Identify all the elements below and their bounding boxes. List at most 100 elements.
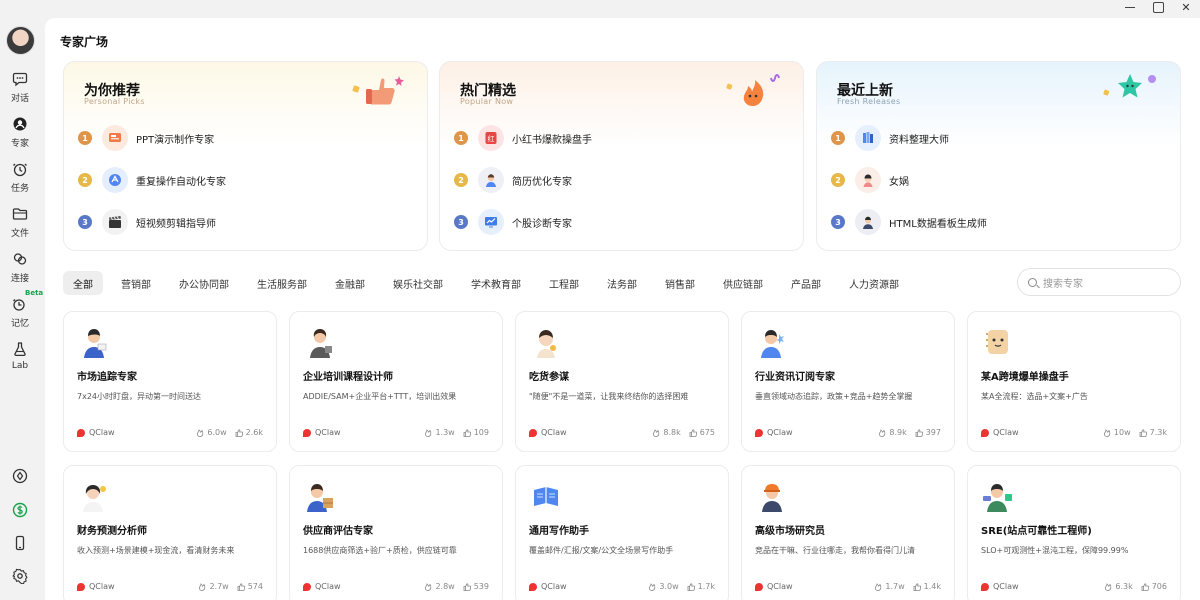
likes-stat: 706 (1141, 582, 1167, 591)
expert-footer: QClaw 3.0w 1.7k (529, 582, 715, 591)
memory-icon (11, 295, 29, 313)
tab-supply-chain[interactable]: 供应链部 (713, 271, 773, 295)
dollar-icon[interactable] (10, 500, 30, 520)
expert-desc: 竞品在干嘛、行业往哪走，我帮你看得门儿清 (755, 546, 915, 555)
tab-all[interactable]: 全部 (63, 271, 103, 295)
tab-academic[interactable]: 学术教育部 (461, 271, 531, 295)
thumbs-up-icon (689, 428, 697, 437)
sidebar-item-expert[interactable]: 专家 (0, 115, 40, 149)
tab-product[interactable]: 产品部 (781, 271, 831, 295)
expert-card[interactable]: 市场追踪专家 7x24小时盯盘，异动第一时间送达 QClaw 6.0w 2.6k (63, 311, 277, 452)
expert-card[interactable]: 吃货参谋 "随便"不是一道菜，让我来终结你的选择困难 QClaw 8.8k 67… (515, 311, 729, 452)
expert-name: 行业资讯订阅专家 (755, 372, 835, 383)
views-stat: 1.3w (424, 428, 455, 437)
minimize-button[interactable] (1116, 0, 1144, 14)
views-count: 6.0w (207, 428, 227, 437)
expert-card[interactable]: 供应商评估专家 1688供应商筛选+验厂+质检，供应链可靠 QClaw 2.8w… (289, 465, 503, 600)
tab-hr[interactable]: 人力资源部 (839, 271, 909, 295)
tab-legal[interactable]: 法务部 (597, 271, 647, 295)
sidebar-item-label: 专家 (10, 139, 29, 149)
expert-desc: 某A全流程：选品+文案+广告 (981, 392, 1088, 401)
maximize-button[interactable] (1144, 0, 1172, 14)
expert-card[interactable]: 财务预测分析师 收入预测+场景建模+现金流，看清财务未来 QClaw 2.7w … (63, 465, 277, 600)
expert-card[interactable]: 行业资讯订阅专家 垂直领域动态追踪，政策+竞品+趋势全掌握 QClaw 8.9k… (741, 311, 955, 452)
featured-row[interactable]: 3 个股诊断专家 (454, 209, 572, 235)
tab-marketing[interactable]: 营销部 (111, 271, 161, 295)
featured-card-personal: 为你推荐 Personal Picks 1 PPT演示制作专家 2 重复操作自动… (63, 61, 428, 251)
rank-medal-icon: 2 (831, 173, 845, 187)
chat-icon (11, 70, 29, 88)
expert-card[interactable]: SRE(站点可靠性工程师) SLO+可观测性+混沌工程，保障99.99% QCl… (967, 465, 1181, 600)
flame-icon (725, 70, 785, 110)
settings-icon[interactable] (10, 566, 30, 586)
sidebar-item-files[interactable]: 文件 (0, 205, 40, 239)
sidebar-item-lab[interactable]: Lab (0, 340, 40, 371)
tab-sales[interactable]: 销售部 (655, 271, 705, 295)
phone-icon[interactable] (10, 533, 30, 553)
thumbs-up-icon (1139, 428, 1147, 437)
tab-engineering[interactable]: 工程部 (539, 271, 589, 295)
sidebar-item-label: 对话 (10, 94, 29, 104)
sidebar-item-label: 连接 (10, 274, 29, 284)
expert-brand: QClaw (767, 428, 793, 437)
expert-avatar-icon (981, 325, 1015, 359)
avatar[interactable] (6, 26, 35, 55)
thumbs-up-icon (235, 428, 243, 437)
featured-row[interactable]: 2 女娲 (831, 167, 909, 193)
close-button[interactable]: ✕ (1172, 0, 1200, 14)
featured-row-name: PPT演示制作专家 (136, 134, 215, 146)
qclaw-logo-icon (77, 582, 85, 591)
qclaw-logo-icon (77, 428, 85, 437)
expert-avatar-icon (529, 325, 563, 359)
likes-count: 2.6k (245, 428, 263, 437)
views-count: 2.8w (435, 582, 455, 591)
likes-count: 1.7k (697, 582, 715, 591)
featured-row[interactable]: 3 短视频剪辑指导师 (78, 209, 216, 235)
expert-brand: QClaw (89, 428, 115, 437)
expert-desc: 1688供应商筛选+验厂+质检，供应链可靠 (303, 546, 457, 555)
expert-footer: QClaw 2.8w 539 (303, 582, 489, 591)
fire-icon (425, 428, 432, 437)
expert-card[interactable]: 企业培训课程设计师 ADDIE/SAM+企业平台+TTT，培训出效果 QClaw… (289, 311, 503, 452)
views-stat: 8.8k (652, 428, 681, 437)
expert-avatar-icon (981, 479, 1015, 513)
featured-row[interactable]: 1 红 小红书爆款操盘手 (454, 125, 592, 151)
sidebar-item-chat[interactable]: 对话 (0, 70, 40, 104)
featured-row[interactable]: 2 重复操作自动化专家 (78, 167, 226, 193)
nuwa-avatar-icon (855, 167, 881, 193)
fire-icon (1103, 428, 1111, 437)
featured-row[interactable]: 1 资料整理大师 (831, 125, 949, 151)
expert-footer: QClaw 6.0w 2.6k (77, 428, 263, 437)
fire-icon (879, 428, 886, 437)
sidebar-item-task[interactable]: 任务 (0, 160, 40, 194)
views-count: 3.0w (659, 582, 679, 591)
tab-office[interactable]: 办公协同部 (169, 271, 239, 295)
tab-entertainment[interactable]: 娱乐社交部 (383, 271, 453, 295)
tab-finance[interactable]: 金融部 (325, 271, 375, 295)
fire-icon (875, 582, 882, 591)
featured-row[interactable]: 1 PPT演示制作专家 (78, 125, 214, 151)
expert-card[interactable]: 某A跨境爆单操盘手 某A全流程：选品+文案+广告 QClaw 10w 7.3k (967, 311, 1181, 452)
clapperboard-icon (102, 209, 128, 235)
featured-row[interactable]: 3 HTML数据看板生成师 (831, 209, 987, 235)
sidebar-item-memory[interactable]: Beta 记忆 (0, 289, 43, 329)
likes-count: 7.3k (1149, 428, 1167, 437)
expert-brand: QClaw (315, 582, 341, 591)
compass-icon[interactable] (10, 466, 30, 486)
tab-life-service[interactable]: 生活服务部 (247, 271, 317, 295)
link-icon (11, 250, 29, 268)
likes-count: 397 (925, 428, 941, 437)
search-input[interactable]: 搜索专家 (1017, 268, 1181, 296)
sidebar-item-connect[interactable]: 连接 (0, 250, 40, 284)
expert-brand: QClaw (993, 428, 1019, 437)
featured-row[interactable]: 2 简历优化专家 (454, 167, 572, 193)
views-count: 8.8k (663, 428, 681, 437)
expert-card[interactable]: 通用写作助手 覆盖邮件/汇报/文案/公文全场景写作助手 QClaw 3.0w 1… (515, 465, 729, 600)
likes-stat: 675 (689, 428, 715, 437)
expert-desc: 覆盖邮件/汇报/文案/公文全场景写作助手 (529, 546, 674, 555)
expert-card[interactable]: 高级市场研究员 竞品在干嘛、行业往哪走，我帮你看得门儿清 QClaw 1.7w … (741, 465, 955, 600)
expert-desc: 垂直领域动态追踪，政策+竞品+趋势全掌握 (755, 392, 913, 401)
qclaw-logo-icon (981, 582, 989, 591)
featured-row-name: 个股诊断专家 (512, 218, 572, 230)
rank-medal-icon: 1 (454, 131, 468, 145)
